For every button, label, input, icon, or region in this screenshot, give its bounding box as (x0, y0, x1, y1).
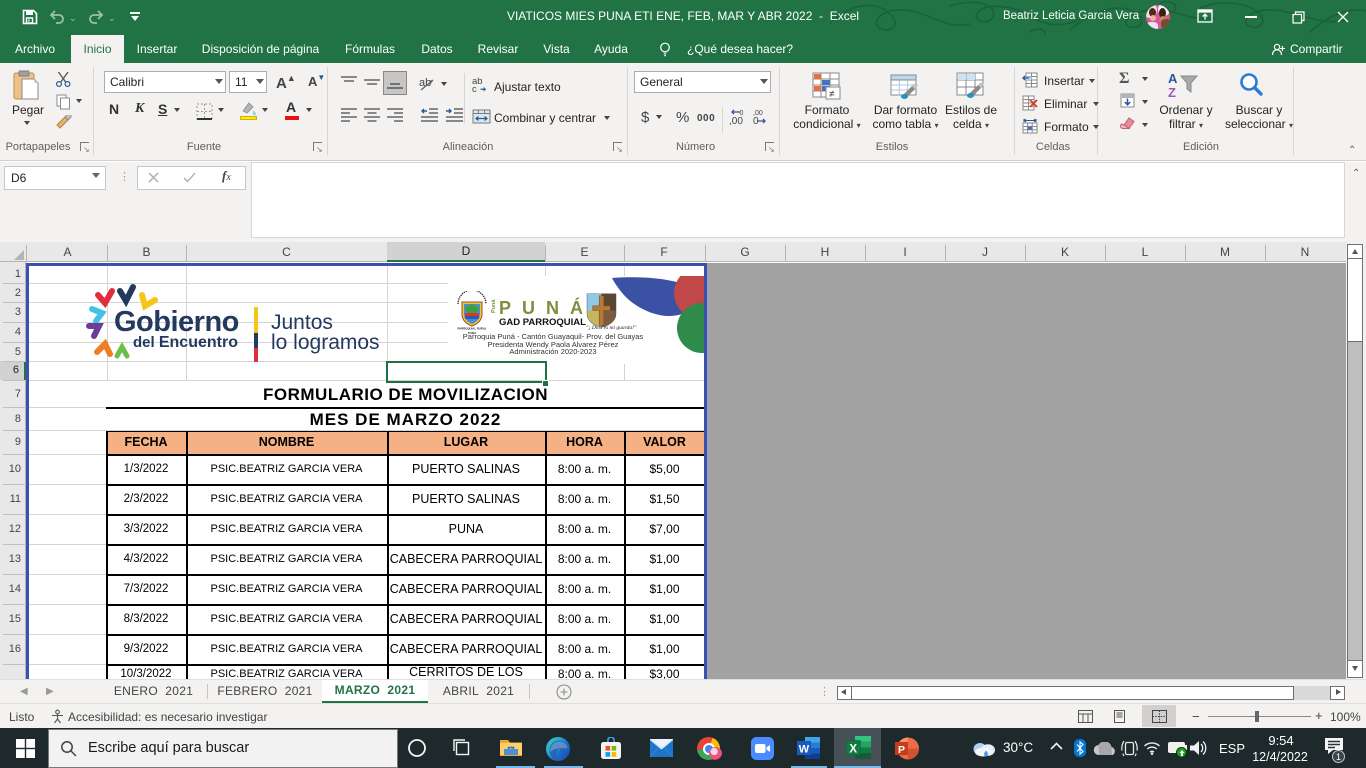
svg-text:PARROQUIAL RURAL: PARROQUIAL RURAL (457, 327, 486, 331)
svg-text:≠: ≠ (829, 89, 835, 100)
svg-text:W: W (799, 744, 810, 756)
svg-text:c: c (472, 84, 477, 93)
svg-text:P: P (898, 744, 905, 756)
svg-text:X: X (849, 744, 857, 756)
svg-text:,00: ,00 (729, 116, 743, 125)
svg-text:0: 0 (740, 110, 744, 117)
svg-text:0: 0 (753, 116, 759, 125)
